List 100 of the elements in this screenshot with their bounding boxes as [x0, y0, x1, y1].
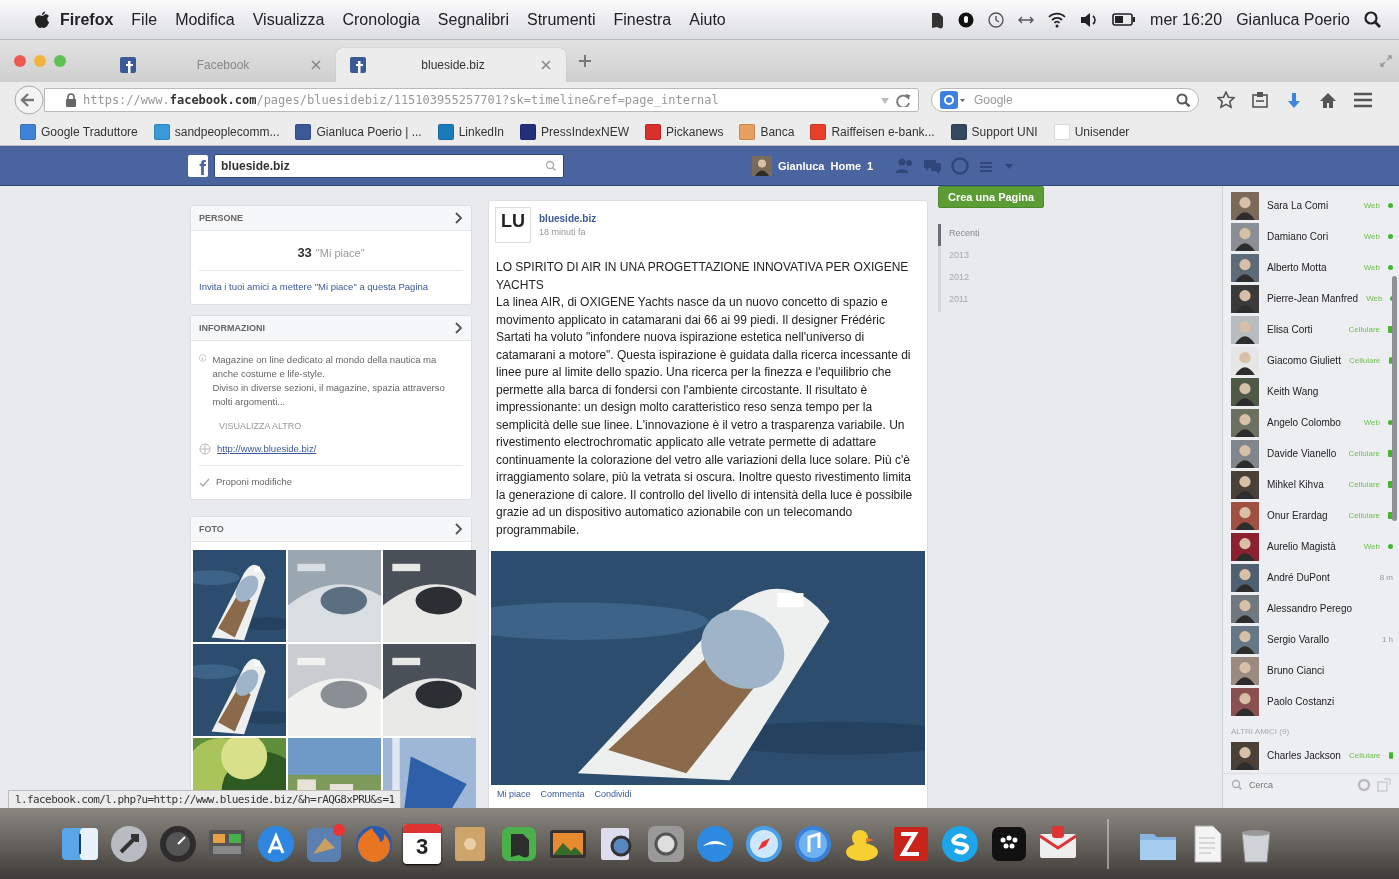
- chevron-icon[interactable]: [454, 523, 463, 535]
- chat-contact[interactable]: Damiano Cori Web: [1223, 221, 1399, 252]
- chat-contact[interactable]: Pierre-Jean Manfred Web: [1223, 283, 1399, 314]
- apple-icon[interactable]: [34, 10, 51, 29]
- menu-item[interactable]: Finestra: [604, 10, 681, 29]
- search-field[interactable]: Google: [931, 88, 1199, 112]
- bookmark-link[interactable]: Gianluca Poerio | ...: [316, 124, 422, 139]
- menu-item[interactable]: Cronologia: [333, 10, 429, 29]
- reload-icon[interactable]: [896, 93, 910, 107]
- chat-contact[interactable]: Elisa Corti Cellulare: [1223, 314, 1399, 345]
- chat-contact[interactable]: André DuPont 8 m: [1223, 562, 1399, 593]
- bookmark-link[interactable]: Pickanews: [666, 124, 724, 139]
- search-icon[interactable]: [1176, 93, 1190, 107]
- invite-link[interactable]: Invita i tuoi amici a mettere "Mi piace" a questa Pagina: [191, 271, 471, 304]
- info-icon: [199, 353, 207, 363]
- chevron-icon[interactable]: [454, 322, 463, 334]
- bookmark-link[interactable]: Banca: [760, 124, 795, 139]
- bookmark-link[interactable]: Raiffeisen e-bank...: [831, 124, 935, 139]
- star-icon[interactable]: [1217, 91, 1235, 109]
- website-link[interactable]: http://www.blueside.biz/: [217, 443, 317, 454]
- post-action-link[interactable]: Commenta: [540, 789, 585, 799]
- chat-contact[interactable]: Paolo Costanzi: [1223, 686, 1399, 717]
- music-icon[interactable]: [793, 823, 833, 864]
- clipboard-icon[interactable]: [1251, 91, 1269, 109]
- bookmark-link[interactable]: LinkedIn: [458, 124, 504, 139]
- bookmark-link[interactable]: sandpeoplecomm...: [174, 124, 280, 139]
- menu-item[interactable]: Aiuto: [680, 10, 735, 29]
- chat-contact[interactable]: Angelo Colombo Web: [1223, 407, 1399, 438]
- online-status: Web: [1363, 201, 1380, 210]
- back-button[interactable]: [14, 85, 44, 115]
- chat-contact[interactable]: Keith Wang: [1223, 376, 1399, 407]
- facebook-logo[interactable]: f: [188, 154, 208, 177]
- home-link[interactable]: Home: [830, 159, 862, 172]
- section-title: FOTO: [199, 524, 224, 534]
- plus-icon[interactable]: [578, 54, 592, 68]
- profile-link[interactable]: Gianluca: [778, 159, 825, 172]
- section-title: ALTRI AMICI (9): [1230, 726, 1291, 738]
- scrollbar[interactable]: [1392, 276, 1397, 521]
- menu-icon[interactable]: [1353, 91, 1373, 109]
- user-menu[interactable]: Gianluca Poerio: [1236, 10, 1350, 29]
- bookmark-link[interactable]: Support UNI: [971, 124, 1038, 139]
- chat-contact[interactable]: Giacomo Giuliett Cellulare: [1223, 345, 1399, 376]
- search-icon[interactable]: [1364, 11, 1381, 28]
- menu-item[interactable]: Visualizza: [243, 10, 334, 29]
- post-action-link[interactable]: Mi piace: [497, 789, 531, 799]
- menu-item[interactable]: Modifica: [166, 10, 244, 29]
- chat-search-field[interactable]: Cerca: [1249, 778, 1351, 792]
- search-field[interactable]: blueside.biz: [214, 153, 564, 178]
- status-bar: l.facebook.com/l.php?u=http://www.blueside.biz/&h=rAQG8xPRU&s=1: [8, 790, 402, 808]
- online-status: Cellulare: [1348, 480, 1380, 489]
- search-icon: [1231, 779, 1243, 791]
- author-link[interactable]: blueside.biz: [539, 213, 597, 224]
- skype-icon[interactable]: [940, 823, 980, 864]
- speaker-icon[interactable]: [1080, 10, 1099, 29]
- chat-contact[interactable]: Mihkel Kihva Cellulare: [1223, 469, 1399, 500]
- chat-contact[interactable]: Davide Vianello Cellulare: [1223, 438, 1399, 469]
- record-icon[interactable]: [958, 11, 975, 28]
- bookmark-link[interactable]: PressIndexNEW: [541, 124, 630, 139]
- menu-item[interactable]: File: [122, 10, 167, 29]
- chat-contact[interactable]: Bruno Cianci: [1223, 655, 1399, 686]
- chat-contact[interactable]: Charles Jackson Cellulare: [1223, 740, 1399, 771]
- close-icon[interactable]: [540, 59, 552, 71]
- facebook-icon: [350, 57, 366, 73]
- clock-icon[interactable]: [988, 11, 1005, 28]
- chat-contact[interactable]: Alberto Motta Web: [1223, 252, 1399, 283]
- idle-time: 1 h: [1381, 635, 1393, 644]
- menu-item[interactable]: Strumenti: [518, 10, 605, 29]
- browser-tab[interactable]: blueside.biz: [336, 48, 566, 82]
- online-status: Web: [1366, 294, 1383, 303]
- wifi-icon[interactable]: [1048, 11, 1067, 28]
- chat-contact[interactable]: Alessandro Perego: [1223, 593, 1399, 624]
- post-action-link[interactable]: Condividi: [594, 789, 632, 799]
- facebook-icon: [120, 57, 136, 73]
- suggest-edits-link[interactable]: Proponi modifiche: [216, 476, 293, 487]
- address-field[interactable]: https://www.facebook.com/pages/bluesidebiz/115103955257701?sk=timeline&ref=page_internal: [44, 88, 919, 112]
- menu-item[interactable]: Segnalibri: [428, 10, 518, 29]
- calendar-icon[interactable]: 3: [403, 823, 441, 864]
- chat-contact[interactable]: Onur Erardag Cellulare: [1223, 500, 1399, 531]
- battery-icon[interactable]: [1112, 11, 1137, 28]
- online-status: Web: [1363, 542, 1380, 551]
- online-status: Cellulare: [1348, 751, 1381, 760]
- app-store-icon[interactable]: [256, 823, 296, 864]
- chat-contact[interactable]: Sergio Varallo 1 h: [1223, 624, 1399, 655]
- online-status: Cellulare: [1348, 325, 1380, 334]
- app-menu[interactable]: Firefox: [51, 10, 123, 29]
- home-icon[interactable]: [1319, 91, 1337, 109]
- firefox-icon[interactable]: [354, 823, 394, 864]
- bookmark-link[interactable]: Google Traduttore: [41, 124, 138, 139]
- chat-contact[interactable]: Sara La Comi Web: [1223, 190, 1399, 221]
- search-input[interactable]: Google: [972, 92, 1170, 108]
- gauge-icon[interactable]: [158, 823, 198, 864]
- bookmark-link[interactable]: Unisender: [1074, 124, 1130, 139]
- online-status: Web: [1363, 232, 1380, 241]
- safari-icon[interactable]: [744, 823, 784, 864]
- check-icon: [199, 476, 210, 487]
- menu-clock[interactable]: mer 16:20: [1150, 10, 1223, 29]
- chevron-icon[interactable]: [454, 212, 463, 224]
- download-icon[interactable]: [1285, 91, 1303, 109]
- chat-contact[interactable]: Aurelio Magistà Web: [1223, 531, 1399, 562]
- google-icon[interactable]: [940, 91, 966, 109]
